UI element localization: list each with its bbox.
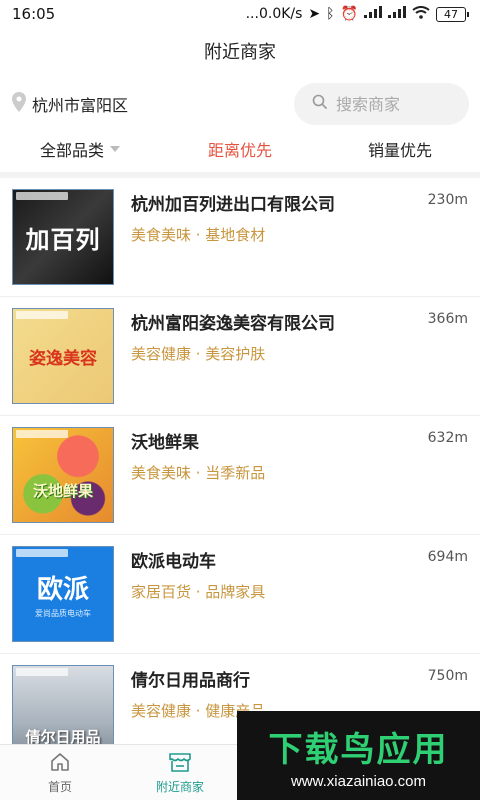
thumbnail-subtext: 爱尚品质电动车 <box>35 609 91 618</box>
merchant-item[interactable]: 沃地鲜果 沃地鲜果 632m 美食美味 · 当季新品 <box>0 416 480 535</box>
thumbnail-badge <box>16 549 68 557</box>
tab-nearby-merchants[interactable]: 附近商家 <box>120 745 240 800</box>
search-input[interactable] <box>336 94 456 114</box>
filter-all-categories[interactable]: 全部品类 <box>0 134 160 164</box>
status-icons: ...0.0K/s ➤ ᛒ ⏰ 47 <box>245 5 469 23</box>
filter-bar: 全部品类 距离优先 销量优先 <box>0 134 480 164</box>
bluetooth-icon: ᛒ <box>326 6 335 22</box>
filter-label: 距离优先 <box>207 141 272 160</box>
signal-icon-2 <box>388 6 406 22</box>
status-time: 16:05 <box>12 5 56 23</box>
merchant-distance: 366m <box>427 311 468 327</box>
merchant-item[interactable]: 加百列 杭州加百列进出口有限公司 230m 美食美味 · 基地食材 <box>0 178 480 297</box>
tab-home[interactable]: 首页 <box>0 745 120 800</box>
merchant-name: 杭州富阳姿逸美容有限公司 <box>131 314 335 334</box>
alarm-icon: ⏰ <box>340 6 358 22</box>
thumbnail-badge <box>16 192 68 200</box>
merchant-name: 沃地鲜果 <box>131 433 199 453</box>
merchant-name: 杭州加百列进出口有限公司 <box>131 195 335 215</box>
thumbnail-badge <box>16 311 68 319</box>
thumbnail-text: 姿逸美容 <box>29 348 97 369</box>
thumbnail-text: 欧派 <box>36 575 89 605</box>
merchant-thumbnail: 沃地鲜果 <box>12 427 114 523</box>
merchant-distance: 230m <box>427 192 468 208</box>
merchant-distance: 694m <box>427 549 468 565</box>
thumbnail-badge <box>16 668 68 676</box>
thumbnail-text: 加百列 <box>25 225 101 254</box>
merchant-item[interactable]: 欧派 爱尚品质电动车 欧派电动车 694m 家居百货 · 品牌家具 <box>0 535 480 654</box>
home-icon <box>49 751 71 776</box>
location-text: 杭州市富阳区 <box>32 96 129 115</box>
merchant-categories: 美食美味 · 基地食材 <box>131 226 266 244</box>
watermark-overlay: 下载鸟应用 www.xiazainiao.com <box>237 711 480 800</box>
filter-label: 全部品类 <box>39 141 104 160</box>
store-icon <box>168 751 192 776</box>
search-box[interactable] <box>294 83 469 125</box>
thumbnail-text: 沃地鲜果 <box>32 481 93 500</box>
battery-icon: 47 <box>436 6 469 22</box>
location-selector[interactable]: 杭州市富阳区 <box>12 92 128 116</box>
page-title: 附近商家 <box>204 42 276 63</box>
network-speed: ...0.0K/s <box>245 6 303 22</box>
merchant-item[interactable]: 姿逸美容 杭州富阳姿逸美容有限公司 366m 美容健康 · 美容护肤 <box>0 297 480 416</box>
wifi-icon <box>412 5 430 23</box>
merchant-thumbnail: 欧派 爱尚品质电动车 <box>12 546 114 642</box>
merchant-categories: 美食美味 · 当季新品 <box>131 464 266 482</box>
merchant-thumbnail: 姿逸美容 <box>12 308 114 404</box>
dropdown-caret-icon <box>110 146 120 152</box>
tab-label: 首页 <box>47 779 72 794</box>
search-icon <box>312 94 328 114</box>
thumbnail-badge <box>16 430 68 438</box>
watermark-url: www.xiazainiao.com <box>290 772 427 790</box>
merchant-list: 加百列 杭州加百列进出口有限公司 230m 美食美味 · 基地食材 姿逸美容 杭… <box>0 178 480 773</box>
filter-sales[interactable]: 销量优先 <box>320 134 480 164</box>
status-bar: 16:05 ...0.0K/s ➤ ᛒ ⏰ 47 <box>0 0 480 28</box>
merchant-distance: 632m <box>427 430 468 446</box>
merchant-name: 倩尔日用品商行 <box>131 671 250 691</box>
merchant-name: 欧派电动车 <box>131 552 216 572</box>
signal-icon <box>364 6 382 22</box>
merchant-categories: 家居百货 · 品牌家具 <box>131 583 266 601</box>
tab-label: 附近商家 <box>155 779 204 794</box>
location-pin-icon <box>12 92 26 116</box>
location-arrow-icon: ➤ <box>308 6 321 22</box>
merchant-categories: 美容健康 · 美容护肤 <box>131 345 266 363</box>
filter-label: 销量优先 <box>367 141 432 160</box>
watermark-title: 下载鸟应用 <box>268 729 449 770</box>
merchant-distance: 750m <box>427 668 468 684</box>
merchant-thumbnail: 加百列 <box>12 189 114 285</box>
filter-distance[interactable]: 距离优先 <box>160 134 320 164</box>
